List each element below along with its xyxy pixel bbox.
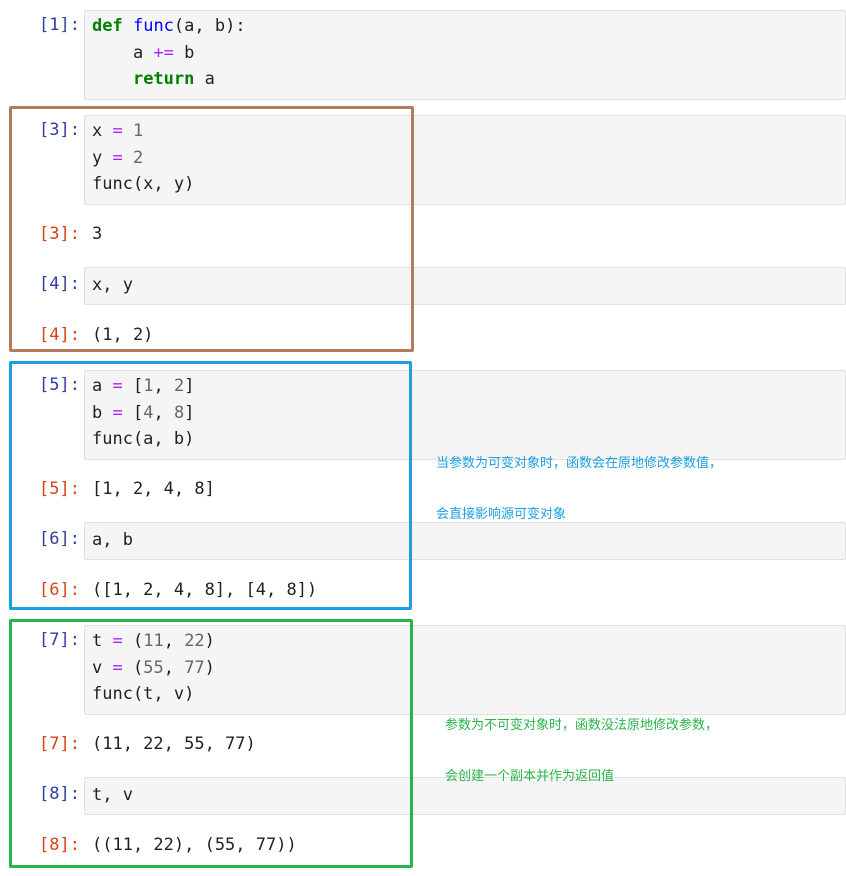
code-editor[interactable]: x, y [84, 267, 846, 305]
output-text: (1, 2) [92, 325, 154, 345]
cell-4: [4]: x, y [0, 267, 846, 305]
output-text: [1, 2, 4, 8] [92, 479, 215, 499]
cell-8: [8]: t, v [0, 777, 846, 815]
code-line: a = [1, 2] [92, 376, 195, 396]
output-3: [3]: 3 [0, 221, 846, 248]
code-line: a += b [92, 42, 195, 63]
code-line: def func(a, b): [92, 16, 246, 36]
in-prompt: [5]: [39, 375, 80, 395]
cell-3: [3]: x = 1 y = 2 func(x, y) [0, 115, 846, 205]
code-line: t = (11, 22) [92, 631, 215, 651]
code-line: return a [132, 69, 215, 89]
output-4: [4]: (1, 2) [0, 322, 846, 349]
out-prompt: [5]: [39, 479, 80, 499]
out-prompt: [8]: [39, 835, 80, 855]
annotation-immutable: 参数为不可变对象时，函数没法原地修改参数， 会创建一个副本并作为返回值 [445, 683, 718, 802]
output-text: ((11, 22), (55, 77)) [92, 835, 297, 855]
in-prompt: [6]: [39, 529, 80, 549]
annotation-line: 会创建一个副本并作为返回值 [445, 769, 615, 784]
code-editor[interactable]: x = 1 y = 2 func(x, y) [84, 115, 846, 205]
output-7: [7]: (11, 22, 55, 77) [0, 731, 846, 758]
in-prompt: [7]: [39, 630, 80, 650]
code-line: y = 2 [92, 147, 144, 168]
code-line: v = (55, 77) [92, 657, 215, 678]
code-editor[interactable]: def func(a, b): a += b return a [84, 10, 846, 100]
cell-1: [1]: def func(a, b): a += b return a [0, 10, 846, 100]
code-line: x = 1 [92, 121, 144, 141]
cell-7: [7]: t = (11, 22) v = (55, 77) func(t, v… [0, 625, 846, 715]
in-prompt: [1]: [39, 15, 80, 35]
output-6: [6]: ([1, 2, 4, 8], [4, 8]) [0, 577, 846, 604]
annotation-line: 参数为不可变对象时，函数没法原地修改参数， [445, 718, 719, 733]
code-line: func(x, y) [92, 174, 195, 194]
code-line: x, y [92, 275, 133, 295]
annotation-line: 当参数为可变对象时，函数会在原地修改参数值， [436, 456, 723, 471]
out-prompt: [4]: [39, 325, 80, 345]
output-text: ([1, 2, 4, 8], [4, 8]) [92, 580, 318, 600]
output-8: [8]: ((11, 22), (55, 77)) [0, 832, 846, 859]
annotation-line: 会直接影响源可变对象 [436, 507, 567, 522]
out-prompt: [3]: [39, 224, 80, 244]
out-prompt: [7]: [39, 734, 80, 754]
output-text: 3 [92, 224, 103, 244]
out-prompt: [6]: [39, 580, 80, 600]
in-prompt: [4]: [39, 274, 80, 294]
in-prompt: [8]: [39, 784, 80, 804]
annotation-mutable: 当参数为可变对象时，函数会在原地修改参数值， 会直接影响源可变对象 [436, 421, 722, 540]
in-prompt: [3]: [39, 120, 80, 140]
output-text: (11, 22, 55, 77) [92, 734, 256, 754]
